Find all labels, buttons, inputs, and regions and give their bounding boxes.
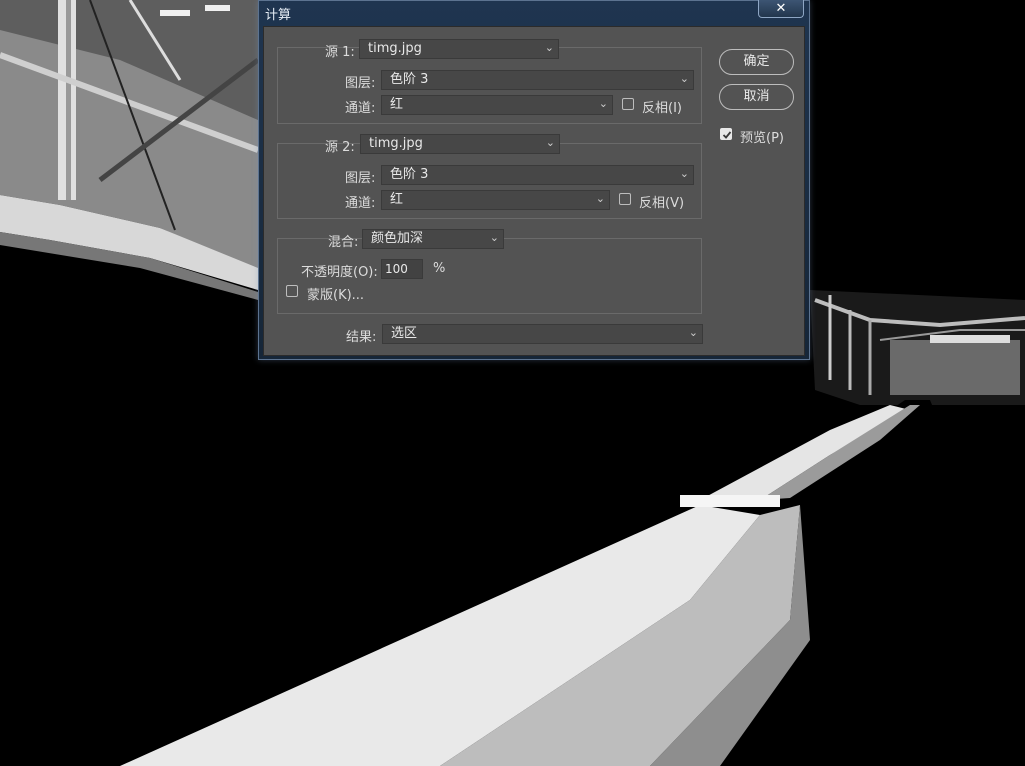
source2-channel-select[interactable]: 红 ⌄ [381,190,610,210]
source2-layer-label: 图层: [345,171,376,186]
chevron-down-icon: ⌄ [544,41,554,54]
source2-label: 源 2: [325,140,355,155]
chevron-down-icon: ⌄ [598,97,608,110]
close-button[interactable]: ✕ [758,0,804,18]
source1-invert-label[interactable]: 反相(I) [642,97,682,116]
dialog-title: 计算 [265,8,292,23]
mask-checkbox[interactable] [286,285,298,297]
blend-mode-select[interactable]: 颜色加深 ⌄ [362,229,504,249]
source2-channel-label: 通道: [345,196,376,211]
preview-checkbox[interactable] [720,128,732,140]
source1-layer-select[interactable]: 色阶 3 ⌄ [381,70,694,90]
source2-invert-label[interactable]: 反相(V) [639,192,684,211]
chevron-down-icon: ⌄ [679,72,689,85]
source1-channel-select[interactable]: 红 ⌄ [381,95,613,115]
ok-button-label: 确定 [743,54,770,69]
source1-layer-label: 图层: [345,76,376,91]
calculations-dialog: 计算 ✕ 源 1: timg.jpg ⌄ 图层: 色阶 3 ⌄ 通道: 红 ⌄ … [258,0,810,360]
check-icon [722,131,732,139]
blend-mode-value: 颜色加深 [371,231,424,246]
close-icon: ✕ [775,1,787,16]
dialog-body: 源 1: timg.jpg ⌄ 图层: 色阶 3 ⌄ 通道: 红 ⌄ 反相(I)… [263,26,805,356]
cancel-button-label: 取消 [743,89,770,104]
ok-button[interactable]: 确定 [719,49,794,75]
mask-label[interactable]: 蒙版(K)... [307,284,364,303]
blend-label: 混合: [328,235,359,250]
source2-channel-value: 红 [390,192,404,207]
title-bar[interactable]: 计算 ✕ [259,0,809,25]
chevron-down-icon: ⌄ [489,231,499,244]
chevron-down-icon: ⌄ [679,167,689,180]
preview-label[interactable]: 预览(P) [740,127,784,146]
source2-layer-value: 色阶 3 [390,167,429,182]
chevron-down-icon: ⌄ [595,192,605,205]
source1-file-select[interactable]: timg.jpg ⌄ [359,39,559,59]
opacity-label: 不透明度(O): [301,265,378,280]
source1-file-value: timg.jpg [368,41,422,56]
source2-file-select[interactable]: timg.jpg ⌄ [360,134,560,154]
opacity-percent: % [433,261,446,276]
result-select[interactable]: 选区 ⌄ [382,324,703,344]
opacity-input[interactable]: 100 [381,259,423,279]
source2-layer-select[interactable]: 色阶 3 ⌄ [381,165,694,185]
source1-layer-value: 色阶 3 [390,72,429,87]
source1-channel-label: 通道: [345,101,376,116]
result-label: 结果: [346,330,377,345]
source2-invert-checkbox[interactable] [619,193,631,205]
source2-file-value: timg.jpg [369,136,423,151]
source1-label: 源 1: [325,45,355,60]
chevron-down-icon: ⌄ [688,326,698,339]
source1-invert-checkbox[interactable] [622,98,634,110]
cancel-button[interactable]: 取消 [719,84,794,110]
opacity-value: 100 [385,262,408,276]
result-value: 选区 [391,326,418,341]
source1-channel-value: 红 [390,97,404,112]
chevron-down-icon: ⌄ [545,136,555,149]
